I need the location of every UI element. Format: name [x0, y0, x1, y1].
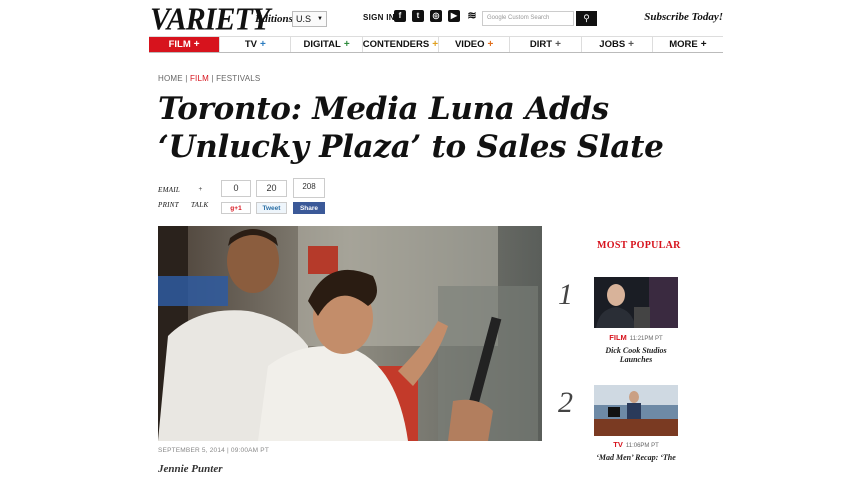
site-header: VARIETY Editions: U.S ▼ SIGN IN f t ◎ ▶ … — [150, 3, 723, 37]
plus-icon: + — [555, 39, 561, 50]
article-photo — [158, 226, 542, 441]
email-link[interactable]: EMAIL — [158, 186, 180, 194]
tweet-button[interactable]: Tweet — [256, 202, 287, 214]
plus-icon[interactable]: + — [198, 185, 203, 193]
popular-time: 11:06PM PT — [625, 443, 659, 449]
facebook-icon[interactable]: f — [394, 10, 406, 22]
nav-item-contenders[interactable]: CONTENDERS + — [362, 37, 440, 52]
search-input[interactable]: Google Custom Search — [482, 11, 574, 26]
office-thumbnail — [594, 385, 678, 436]
nav-label: JOBS — [599, 39, 626, 50]
nav-label: DIRT — [529, 39, 553, 50]
chefs-photo — [158, 226, 542, 441]
nav-item-more[interactable]: MORE + — [653, 37, 723, 52]
breadcrumb-film[interactable]: FILM — [190, 74, 209, 83]
share-bar: EMAIL + PRINT TALK 0 20 208 g+1 Tweet Sh… — [158, 178, 338, 216]
article-headline: Toronto: Media Luna Adds ‘Unlucky Plaza’… — [158, 91, 664, 165]
gplus-count: 0 — [221, 180, 251, 197]
nav-item-film[interactable]: FILM + — [149, 37, 221, 52]
nav-label: MORE — [669, 39, 698, 50]
breadcrumb: HOME | FILM | FESTIVALS — [158, 74, 261, 83]
search-icon: ⚲ — [583, 13, 590, 23]
popular-thumbnail[interactable] — [594, 277, 678, 328]
variety-logo[interactable]: VARIETY — [150, 3, 270, 37]
most-popular-heading: MOST POPULAR — [597, 240, 681, 251]
popular-title[interactable]: ‘Mad Men’ Recap: ‘The — [594, 453, 678, 462]
breadcrumb-home[interactable]: HOME — [158, 74, 183, 83]
social-icons: f t ◎ ▶ ≋ — [394, 10, 478, 22]
chevron-down-icon: ▼ — [317, 16, 323, 22]
edition-select[interactable]: U.S ▼ — [292, 11, 327, 27]
popular-rank: 1 — [558, 278, 573, 311]
subscribe-link[interactable]: Subscribe Today! — [644, 11, 723, 23]
plus-icon: + — [628, 39, 634, 50]
nav-item-video[interactable]: VIDEO + — [439, 37, 511, 52]
main-nav: FILM + TV + DIGITAL + CONTENDERS + VIDEO + DI… — [149, 36, 723, 53]
popular-category[interactable]: FILM — [609, 333, 627, 342]
sign-in-link[interactable]: SIGN IN — [363, 13, 395, 22]
popular-category[interactable]: TV — [613, 440, 623, 449]
instagram-icon[interactable]: ◎ — [430, 10, 442, 22]
popular-meta: TV 11:06PM PT — [594, 440, 678, 449]
plus-icon: + — [343, 39, 350, 50]
print-link[interactable]: PRINT — [158, 201, 179, 209]
edition-value: U.S — [296, 14, 312, 24]
twitter-icon[interactable]: t — [412, 10, 424, 22]
facebook-share-button[interactable]: Share — [293, 202, 325, 214]
popular-rank: 2 — [558, 386, 573, 419]
popular-time: 11:21PM PT — [629, 336, 663, 342]
article-dateline: SEPTEMBER 5, 2014 | 09:00AM PT — [158, 447, 270, 454]
plus-icon: + — [432, 39, 439, 50]
popular-thumbnail[interactable] — [594, 385, 678, 436]
rss-icon[interactable]: ≋ — [466, 10, 478, 22]
nav-label: TV — [244, 39, 257, 50]
nav-label: DIGITAL — [303, 39, 341, 50]
plus-icon: + — [700, 39, 707, 50]
popular-meta: FILM 11:21PM PT — [594, 333, 678, 342]
nav-item-tv[interactable]: TV + — [220, 37, 292, 52]
nav-label: FILM — [168, 39, 191, 50]
facebook-count: 208 — [293, 178, 325, 198]
search-button[interactable]: ⚲ — [576, 11, 597, 26]
author-name[interactable]: Jennie Punter — [158, 463, 222, 475]
nav-item-jobs[interactable]: JOBS + — [582, 37, 653, 52]
nav-item-digital[interactable]: DIGITAL + — [291, 37, 363, 52]
breadcrumb-festivals[interactable]: FESTIVALS — [216, 74, 260, 83]
nav-item-dirt[interactable]: DIRT + — [510, 37, 582, 52]
nav-label: VIDEO — [454, 39, 485, 50]
twitter-count: 20 — [256, 180, 287, 197]
plus-icon: + — [260, 39, 266, 50]
speaker-thumbnail — [594, 277, 678, 328]
gplus-button[interactable]: g+1 — [221, 202, 251, 214]
nav-label: CONTENDERS — [362, 39, 430, 50]
plus-icon: + — [193, 39, 200, 50]
popular-title[interactable]: Dick Cook Studios Launches — [594, 346, 678, 364]
editions-label: Editions: — [255, 13, 297, 25]
talk-link[interactable]: TALK — [191, 201, 208, 209]
plus-icon: + — [487, 39, 494, 50]
youtube-icon[interactable]: ▶ — [448, 10, 460, 22]
